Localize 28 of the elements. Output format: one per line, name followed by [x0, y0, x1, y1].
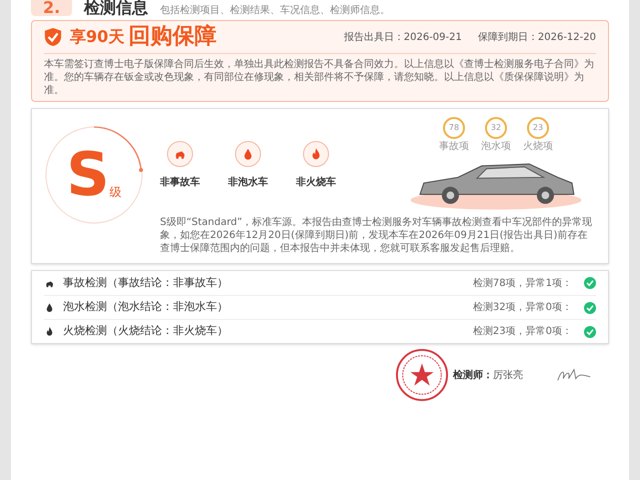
check-summary: 检测78项，异常1项：: [472, 276, 572, 290]
guarantee-title: 回购保障: [128, 26, 216, 48]
expiry-date: 保障到期日：2026-12-20: [478, 30, 596, 44]
check-title: 火烧检测（火烧结论：非火烧车）: [63, 323, 228, 340]
stamp-drawing: [395, 348, 449, 402]
count-label: 火烧项: [523, 140, 553, 154]
check-title: 事故检测（事故结论：非事故车）: [63, 274, 228, 291]
section-number: 2.: [31, 0, 72, 16]
flame-icon: [44, 326, 55, 337]
check-summary: 检测32项，异常0项：: [472, 300, 572, 315]
inspector-label: 检测师：: [453, 368, 493, 382]
section-subtitle: 包括检测项目、检测结果、车况信息、检测师信息。: [160, 6, 390, 16]
check-summary: 检测23项，异常0项：: [472, 324, 572, 339]
grade-description: S级即“Standard”，标准车源。本报告由查博士检测服务对车辆事故检测查看中车况部件的异常现象，如您在2026年12月20日(保障到期日)前，发现本车在2026年09月21日(报告出具日)前存在查博士保障范围内的问题，但本报告中并未体现，您就可联系客服发起售后理赔。: [160, 216, 594, 255]
tag-label: 非火烧车: [296, 175, 336, 190]
tag-label: 非泡水车: [228, 175, 268, 190]
guarantee-note: 本车需签订查博士电子版保障合同后生效，单独出具此检测报告不具备合同效力。以上信息以《查博士检测服务电子合同》为准。您的车辆存在钣金或改色现象，有同部位在修现象，相关部件将不予保障，请您知晓。以上信息以《质保保障说明》为准。: [44, 58, 595, 97]
guarantee-days: 享90天: [70, 25, 124, 49]
count-label: 事故项: [439, 140, 469, 154]
inspector-name: 厉张亮: [493, 368, 523, 382]
shield-check-icon: [44, 27, 62, 47]
tag-label: 非事故车: [160, 175, 200, 190]
check-title: 泡水检测（泡水结论：非泡水车）: [63, 299, 228, 316]
grade-suffix: 级: [110, 184, 122, 201]
count-label: 泡水项: [481, 140, 511, 154]
water-drop-icon: [44, 302, 55, 313]
grade-letter: S: [66, 145, 110, 205]
report-date: 报告出具日：2026-09-21: [344, 30, 462, 44]
